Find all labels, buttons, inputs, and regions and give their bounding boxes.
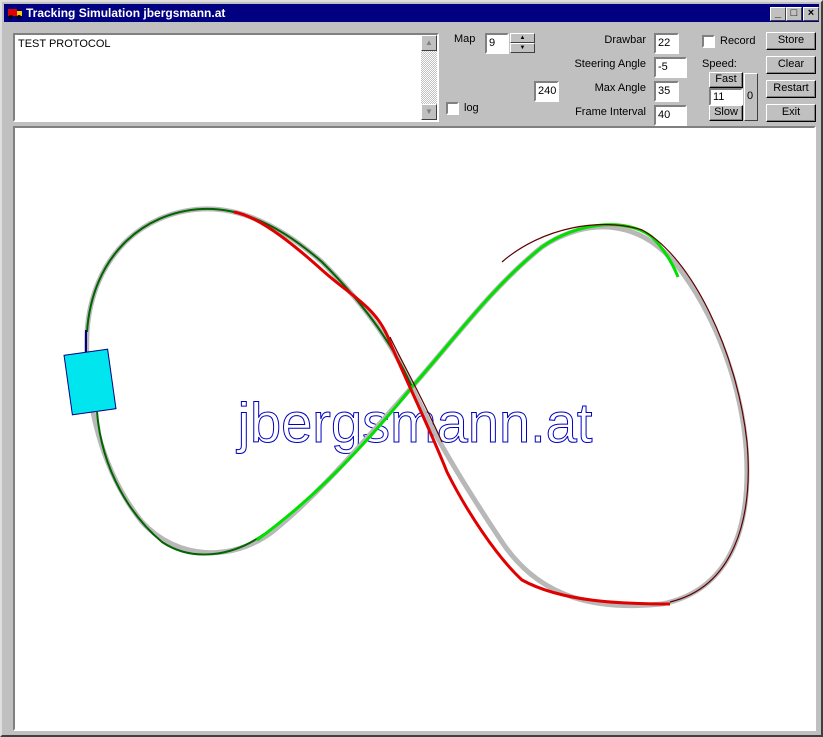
protocol-text: TEST PROTOCOL: [18, 38, 111, 50]
title-bar[interactable]: Tracking Simulation jbergsmann.at _ □ ×: [4, 4, 819, 22]
speed-trackbar-value: 0: [747, 90, 754, 102]
scroll-down-icon[interactable]: ▼: [421, 104, 437, 120]
window-title: Tracking Simulation jbergsmann.at: [26, 6, 226, 20]
clear-button[interactable]: Clear: [766, 56, 816, 74]
max-angle-input[interactable]: 35: [654, 81, 679, 102]
minimize-button[interactable]: _: [770, 7, 786, 21]
close-button[interactable]: ×: [803, 7, 819, 21]
maximize-button[interactable]: □: [786, 7, 802, 21]
map-spin-down-icon[interactable]: ▼: [510, 43, 535, 53]
exit-button[interactable]: Exit: [766, 104, 816, 122]
path-left-loop: [86, 207, 413, 556]
speed-fast-button[interactable]: Fast: [709, 72, 743, 88]
record-checkbox[interactable]: [702, 35, 715, 48]
speed-label: Speed:: [702, 58, 737, 70]
store-button[interactable]: Store: [766, 32, 816, 50]
frame-interval-label: Frame Interval: [575, 106, 646, 118]
speed-input[interactable]: 11: [709, 88, 743, 106]
record-label: Record: [720, 35, 756, 47]
map-input[interactable]: 9: [485, 33, 509, 54]
speed-slow-button[interactable]: Slow: [709, 105, 743, 121]
truck-icon: [8, 9, 22, 19]
scroll-up-icon[interactable]: ▲: [421, 35, 437, 51]
main-window: Tracking Simulation jbergsmann.at _ □ × …: [0, 0, 823, 737]
steering-angle-input[interactable]: -5: [654, 57, 687, 78]
protocol-memo[interactable]: TEST PROTOCOL ▲ ▼: [13, 33, 439, 122]
speed-trackbar[interactable]: 0: [744, 73, 758, 121]
drawbar-input[interactable]: 22: [654, 33, 679, 54]
log-checkbox[interactable]: [446, 102, 459, 115]
steering-angle-label: Steering Angle: [574, 58, 646, 70]
restart-button[interactable]: Restart: [766, 80, 816, 98]
drawbar-label: Drawbar: [604, 34, 646, 46]
vehicle-trailer[interactable]: [63, 348, 117, 416]
track-drawing: jbergsmann.at: [63, 206, 750, 609]
log-label: log: [464, 102, 479, 114]
max-angle-label: Max Angle: [594, 82, 646, 94]
watermark-text: jbergsmann.at: [236, 391, 593, 454]
map-label: Map: [454, 33, 476, 45]
readout-field: 240: [534, 81, 559, 102]
simulation-canvas[interactable]: jbergsmann.at: [13, 126, 816, 731]
protocol-scrollbar[interactable]: ▲ ▼: [421, 35, 437, 120]
map-spin-up-icon[interactable]: ▲: [510, 33, 535, 43]
frame-interval-input[interactable]: 40: [654, 105, 687, 126]
